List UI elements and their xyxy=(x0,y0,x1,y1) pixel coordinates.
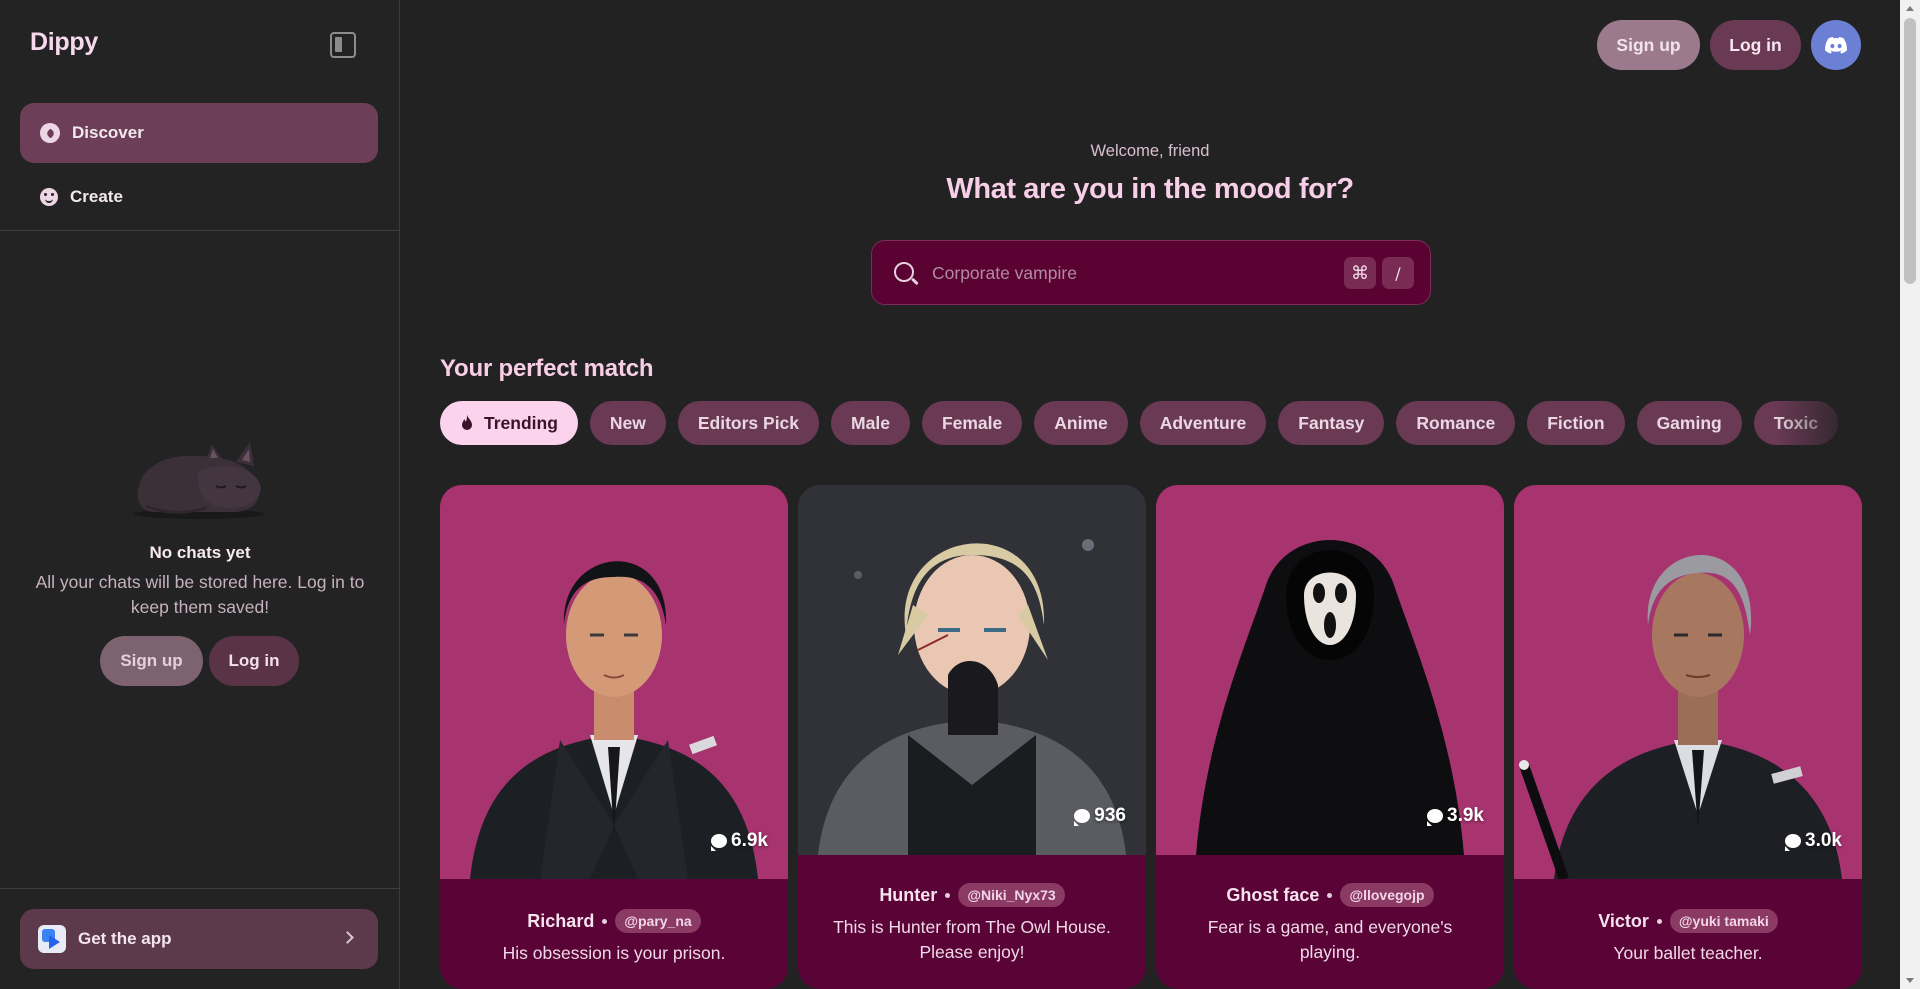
separator-dot xyxy=(945,892,951,898)
chip-fantasy[interactable]: Fantasy xyxy=(1278,401,1385,445)
sidebar-item-create[interactable]: Create xyxy=(20,167,378,227)
app-logo[interactable]: Dippy xyxy=(30,28,98,57)
chat-count-value: 3.9k xyxy=(1447,805,1484,826)
command-key-icon: ⌘ xyxy=(1344,257,1376,289)
chip-toxic[interactable]: Toxic xyxy=(1753,401,1839,445)
character-description: This is Hunter from The Owl House. Pleas… xyxy=(833,917,1111,962)
separator-dot xyxy=(1327,892,1333,898)
chat-count-value: 6.9k xyxy=(731,830,768,851)
chip-anime[interactable]: Anime xyxy=(1034,401,1128,445)
character-name: Hunter xyxy=(879,884,938,905)
character-portrait: 6.9k xyxy=(440,485,788,879)
sidebar-divider xyxy=(0,888,400,889)
character-description: His obsession is your prison. xyxy=(502,943,726,963)
chip-new[interactable]: New xyxy=(589,401,666,445)
discord-icon xyxy=(1825,36,1847,54)
section-title: Your perfect match xyxy=(440,355,654,382)
character-name: Richard xyxy=(527,910,595,931)
page-title: What are you in the mood for? xyxy=(946,173,1354,205)
chip-male[interactable]: Male xyxy=(831,401,910,445)
get-app-button[interactable]: Get the app xyxy=(20,909,378,969)
character-name: Ghost face xyxy=(1226,884,1320,905)
welcome-text: Welcome, friend xyxy=(1090,142,1210,160)
sidebar-item-label: Create xyxy=(70,187,123,206)
chat-count: 3.9k xyxy=(1427,805,1484,827)
sidebar-signup-button[interactable]: Sign up xyxy=(100,636,203,686)
creator-handle[interactable]: @pary_na xyxy=(615,909,701,933)
chip-editors-pick[interactable]: Editors Pick xyxy=(677,401,820,445)
separator-dot xyxy=(1656,918,1662,924)
search-input[interactable] xyxy=(932,256,1312,290)
chip-trending[interactable]: Trending xyxy=(440,401,578,445)
separator-dot xyxy=(602,918,608,924)
character-card[interactable]: 6.9k Richard @pary_na His obsession is y… xyxy=(440,485,788,989)
scroll-down-icon[interactable] xyxy=(1906,978,1914,983)
empty-chats-description: All your chats will be stored here. Log … xyxy=(35,572,365,617)
chat-count: 936 xyxy=(1074,805,1126,827)
scrollbar-thumb[interactable] xyxy=(1904,18,1916,284)
flame-icon xyxy=(462,414,472,430)
compass-icon xyxy=(40,123,60,143)
chip-adventure[interactable]: Adventure xyxy=(1139,401,1267,445)
get-app-label: Get the app xyxy=(78,929,172,948)
chip-fiction[interactable]: Fiction xyxy=(1527,401,1625,445)
chat-bubble-icon xyxy=(711,834,728,851)
card-info: Victor @yuki tamaki Your ballet teacher. xyxy=(1514,909,1862,966)
search-bar[interactable]: ⌘ / xyxy=(871,240,1431,305)
sidebar: Dippy Discover Create No chats yet All y… xyxy=(0,0,400,989)
character-description: Fear is a game, and everyone's playing. xyxy=(1207,917,1453,962)
chat-count: 3.0k xyxy=(1785,830,1842,852)
card-info: Hunter @Niki_Nyx73 This is Hunter from T… xyxy=(798,883,1146,965)
search-icon xyxy=(894,262,914,282)
chip-gaming[interactable]: Gaming xyxy=(1636,401,1742,445)
empty-chats-title: No chats yet xyxy=(149,543,251,562)
card-info: Ghost face @llovegojp Fear is a game, an… xyxy=(1156,883,1504,965)
character-card[interactable]: 936 Hunter @Niki_Nyx73 This is Hunter fr… xyxy=(798,485,1146,989)
chat-bubble-icon xyxy=(1427,809,1444,826)
slash-key-icon: / xyxy=(1382,257,1414,289)
chip-romance[interactable]: Romance xyxy=(1396,401,1516,445)
smiley-icon xyxy=(40,188,58,206)
chat-count-value: 936 xyxy=(1094,805,1126,826)
sidebar-item-discover[interactable]: Discover xyxy=(20,103,378,163)
character-portrait: 3.0k xyxy=(1514,485,1862,879)
character-card[interactable]: 3.9k Ghost face @llovegojp Fear is a gam… xyxy=(1156,485,1504,989)
sidebar-divider xyxy=(0,230,400,231)
discord-button[interactable] xyxy=(1811,20,1861,70)
creator-handle[interactable]: @llovegojp xyxy=(1340,883,1434,907)
chevron-right-icon xyxy=(341,931,354,944)
character-card[interactable]: 3.0k Victor @yuki tamaki Your ballet tea… xyxy=(1514,485,1862,989)
sidebar-login-button[interactable]: Log in xyxy=(209,636,299,686)
chat-count: 6.9k xyxy=(711,830,768,852)
scroll-up-icon[interactable] xyxy=(1906,6,1914,11)
sidebar-item-label: Discover xyxy=(72,123,144,142)
character-portrait: 936 xyxy=(798,485,1146,855)
sleeping-cat-icon xyxy=(133,442,265,519)
app-store-icon xyxy=(38,925,66,953)
header-signup-button[interactable]: Sign up xyxy=(1597,20,1700,70)
chip-label: Trending xyxy=(484,412,558,433)
creator-handle[interactable]: @yuki tamaki xyxy=(1669,909,1778,933)
chip-female[interactable]: Female xyxy=(921,401,1023,445)
chat-bubble-icon xyxy=(1785,834,1802,851)
page-scrollbar[interactable] xyxy=(1900,0,1920,989)
chat-count-value: 3.0k xyxy=(1805,830,1842,851)
sidebar-toggle-icon[interactable] xyxy=(330,32,356,58)
character-description: Your ballet teacher. xyxy=(1613,943,1763,963)
character-portrait: 3.9k xyxy=(1156,485,1504,855)
category-chips: Trending New Editors Pick Male Female An… xyxy=(440,401,1861,445)
card-info: Richard @pary_na His obsession is your p… xyxy=(440,909,788,966)
chat-bubble-icon xyxy=(1074,809,1091,826)
creator-handle[interactable]: @Niki_Nyx73 xyxy=(958,883,1065,907)
character-name: Victor xyxy=(1598,910,1649,931)
header-login-button[interactable]: Log in xyxy=(1710,20,1801,70)
